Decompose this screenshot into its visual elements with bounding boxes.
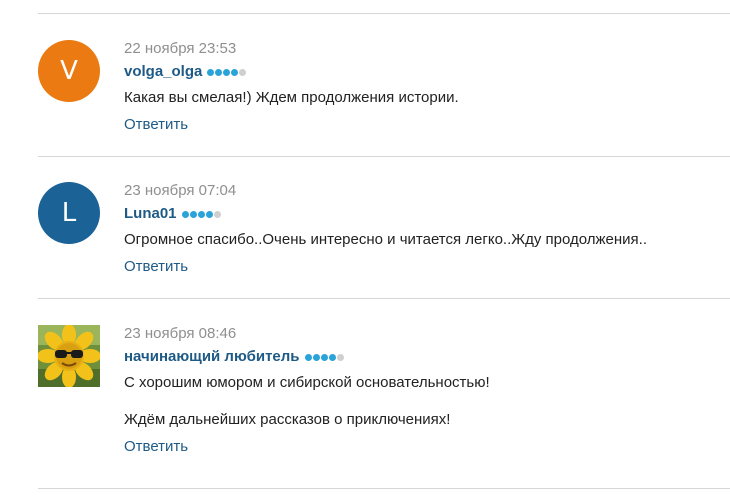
comment-text: С хорошим юмором и сибирской основательн… — [124, 374, 730, 429]
reply-button[interactable]: Ответить — [124, 116, 188, 134]
rating-dot-icon — [231, 68, 239, 76]
comment-date: 23 ноября 07:04 — [124, 182, 237, 199]
comment-date: 23 ноября 08:46 — [124, 325, 237, 342]
reply-button[interactable]: Ответить — [124, 438, 188, 456]
author-link[interactable]: Luna01 — [124, 204, 177, 224]
divider — [38, 488, 730, 489]
comment-date: 22 ноября 23:53 — [124, 40, 237, 57]
rating-dot-icon — [320, 353, 328, 361]
avatar[interactable] — [38, 325, 100, 387]
rating-dot-icon — [304, 353, 312, 361]
rating-dots — [181, 210, 221, 218]
rating-dot-icon — [205, 210, 213, 218]
comment-text: Огромное спасибо..Очень интересно и чита… — [124, 231, 730, 249]
reply-button[interactable]: Ответить — [124, 258, 188, 276]
rating-dots — [304, 353, 344, 361]
rating-dot-icon — [181, 210, 189, 218]
rating-dot-icon — [328, 353, 336, 361]
divider — [38, 156, 730, 157]
rating-dot-icon — [223, 68, 231, 76]
comment-paragraph: Огромное спасибо..Очень интересно и чита… — [124, 231, 648, 248]
comment-text: Какая вы смелая!) Ждем продолжения истор… — [124, 89, 730, 107]
rating-dot-icon — [336, 353, 344, 361]
divider — [38, 13, 730, 14]
sunflower-with-sunglasses-photo-icon — [38, 325, 100, 387]
avatar[interactable]: L — [38, 182, 100, 244]
comment-paragraph: Ждём дальнейших рассказов о приключениях… — [124, 411, 451, 428]
author-link[interactable]: начинающий любитель — [124, 347, 300, 367]
rating-dot-icon — [197, 210, 205, 218]
author-link[interactable]: volga_olga — [124, 62, 202, 82]
divider — [38, 298, 730, 299]
rating-dot-icon — [207, 68, 215, 76]
comment-paragraph: С хорошим юмором и сибирской основательн… — [124, 374, 490, 391]
rating-dot-icon — [189, 210, 197, 218]
rating-dot-icon — [213, 210, 221, 218]
avatar[interactable]: V — [38, 40, 100, 102]
rating-dot-icon — [239, 68, 247, 76]
rating-dots — [207, 68, 247, 76]
rating-dot-icon — [312, 353, 320, 361]
rating-dot-icon — [215, 68, 223, 76]
comment-paragraph: Какая вы смелая!) Ждем продолжения истор… — [124, 89, 459, 106]
